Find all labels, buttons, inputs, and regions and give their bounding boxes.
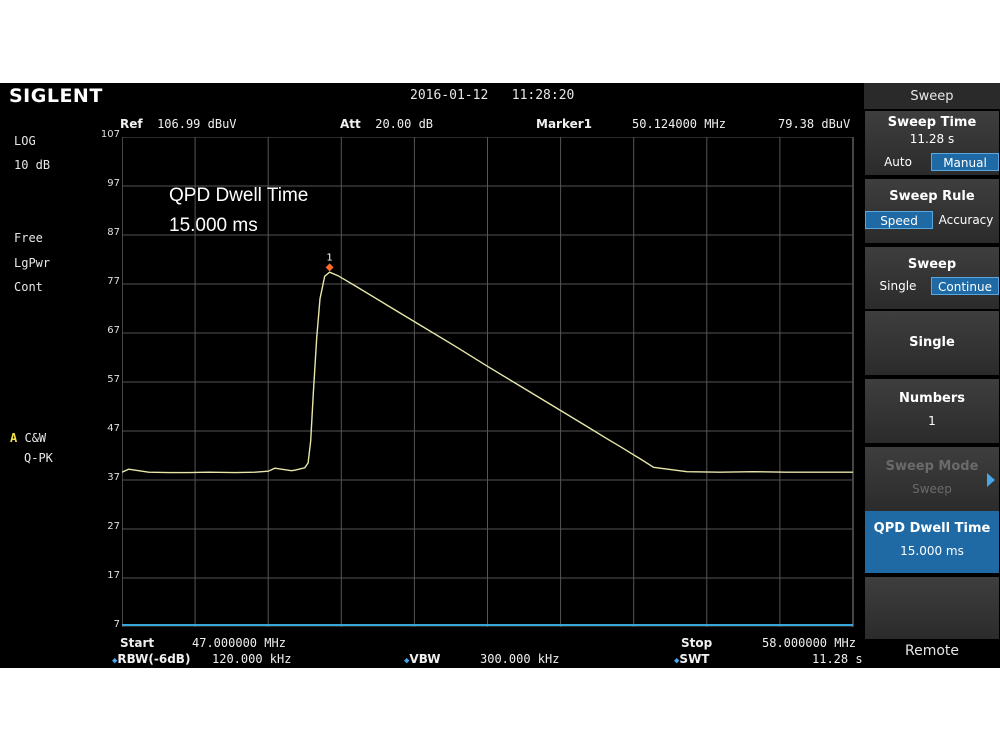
softkey-panel: Sweep Sweep Time 11.28 s Auto Manual Swe… (864, 83, 1000, 668)
numbers-value: 1 (928, 414, 936, 428)
marker-1-label: 1 (326, 252, 332, 263)
y-tick-label: 67 (107, 325, 120, 336)
y-tick-label: 17 (107, 570, 120, 581)
sweep-time-value: 11.28 s (909, 132, 955, 146)
sweep-rule-label: Sweep Rule (889, 189, 975, 204)
spectrum-plot[interactable]: 1 (122, 137, 854, 627)
sweep-continue[interactable]: Continue (931, 277, 999, 295)
marker-frequency: 50.124000 MHz (632, 117, 726, 131)
numbers-label: Numbers (899, 391, 965, 406)
numbers-key[interactable]: Numbers 1 (865, 379, 999, 443)
single-label: Single (909, 335, 955, 350)
rbw-label: RBW(-6dB) (117, 652, 191, 666)
ref-value: 106.99 dBuV (157, 117, 237, 131)
sweep-time-manual[interactable]: Manual (931, 153, 999, 171)
sweep-mode-label: Sweep Mode (885, 459, 979, 474)
swt-readout[interactable]: ◆SWT (674, 652, 710, 666)
stop-label: Stop (681, 636, 713, 650)
sweep-time-label: Sweep Time (887, 115, 977, 130)
ref-label: Ref (120, 117, 143, 131)
marker-level: 79.38 dBuV (778, 117, 851, 131)
marker-1: 1 (325, 252, 334, 272)
qpd-dwell-time-value: 15.000 ms (900, 544, 964, 558)
start-label: Start (120, 636, 155, 650)
start-value: 47.000000 MHz (192, 636, 286, 650)
y-tick-label: 77 (107, 276, 120, 287)
sweep-single[interactable]: Single (865, 277, 931, 295)
marker-label: Marker1 (536, 117, 593, 131)
sweep-key[interactable]: Sweep Single Continue (865, 247, 999, 309)
sweep-rule-key[interactable]: Sweep Rule Speed Accuracy (865, 179, 999, 243)
y-tick-label: 107 (100, 129, 120, 140)
swt-label: SWT (679, 652, 710, 666)
sweep-rule-toggle[interactable]: Speed Accuracy (865, 211, 999, 229)
sweep-rule-speed[interactable]: Speed (865, 211, 933, 229)
datetime-display: 2016-01-12 11:28:20 (410, 88, 575, 103)
vbw-label: VBW (409, 652, 441, 666)
trace-info: A C&W (10, 431, 46, 445)
vbw-readout[interactable]: ◆VBW (404, 652, 440, 666)
sweep-time-toggle[interactable]: Auto Manual (865, 153, 999, 171)
start-freq[interactable]: Start (120, 636, 154, 650)
siglent-logo: SIGLENT (9, 85, 103, 107)
trace-id: A (10, 431, 18, 445)
qpd-annotation-value: 15.000 ms (169, 215, 258, 236)
ref-level-readout[interactable]: Ref 106.99 dBuV (120, 117, 237, 131)
sweep-label: Sweep (907, 257, 957, 272)
sweep-rule-accuracy[interactable]: Accuracy (933, 211, 999, 229)
remote-indicator: Remote (904, 643, 960, 659)
analyzer-screen: SIGLENT 2016-01-12 11:28:20 Ref 106.99 d… (0, 83, 1000, 668)
y-tick-label: 57 (107, 374, 120, 385)
attenuation-readout[interactable]: Att 20.00 dB (340, 117, 433, 131)
trigger-mode: Free (14, 231, 43, 245)
y-tick-label: 97 (107, 178, 120, 189)
y-tick-label: 37 (107, 472, 120, 483)
sweep-mode-value: Sweep (912, 482, 952, 496)
qpd-annotation-title: QPD Dwell Time (169, 185, 309, 206)
qpd-dwell-time-label: QPD Dwell Time (873, 521, 991, 536)
sweep-time-auto[interactable]: Auto (865, 153, 931, 171)
trace-mode: C&W (24, 431, 47, 445)
att-value: 20.00 dB (375, 117, 434, 131)
y-tick-label: 27 (107, 521, 120, 532)
stop-freq[interactable]: Stop (681, 636, 712, 650)
sweep-toggle[interactable]: Single Continue (865, 277, 999, 295)
sweep-time-key[interactable]: Sweep Time 11.28 s Auto Manual (865, 111, 999, 175)
scale-div: 10 dB (14, 158, 51, 172)
title-bar: SIGLENT 2016-01-12 11:28:20 (0, 83, 864, 109)
sweep-mode-indicator: Cont (14, 280, 43, 294)
sweep-mode-key[interactable]: Sweep Mode Sweep (865, 447, 999, 511)
scale-type: LOG (14, 134, 36, 148)
average-type: LgPwr (14, 256, 51, 270)
qpd-dwell-time-key[interactable]: QPD Dwell Time 15.000 ms (865, 511, 999, 573)
vbw-value: 300.000 kHz (480, 652, 560, 666)
submenu-arrow-icon (987, 473, 995, 487)
detector-type: Q-PK (24, 451, 53, 465)
rbw-value: 120.000 kHz (212, 652, 292, 666)
single-key[interactable]: Single (865, 311, 999, 375)
stop-value: 58.000000 MHz (762, 636, 856, 650)
blank-key (865, 577, 999, 639)
menu-title: Sweep (864, 83, 1000, 109)
y-tick-label: 87 (107, 227, 120, 238)
swt-value: 11.28 s (812, 652, 863, 666)
y-tick-label: 7 (113, 619, 120, 630)
att-label: Att (340, 117, 361, 131)
y-tick-label: 47 (107, 423, 120, 434)
rbw-readout[interactable]: ◆RBW(-6dB) (112, 652, 190, 666)
